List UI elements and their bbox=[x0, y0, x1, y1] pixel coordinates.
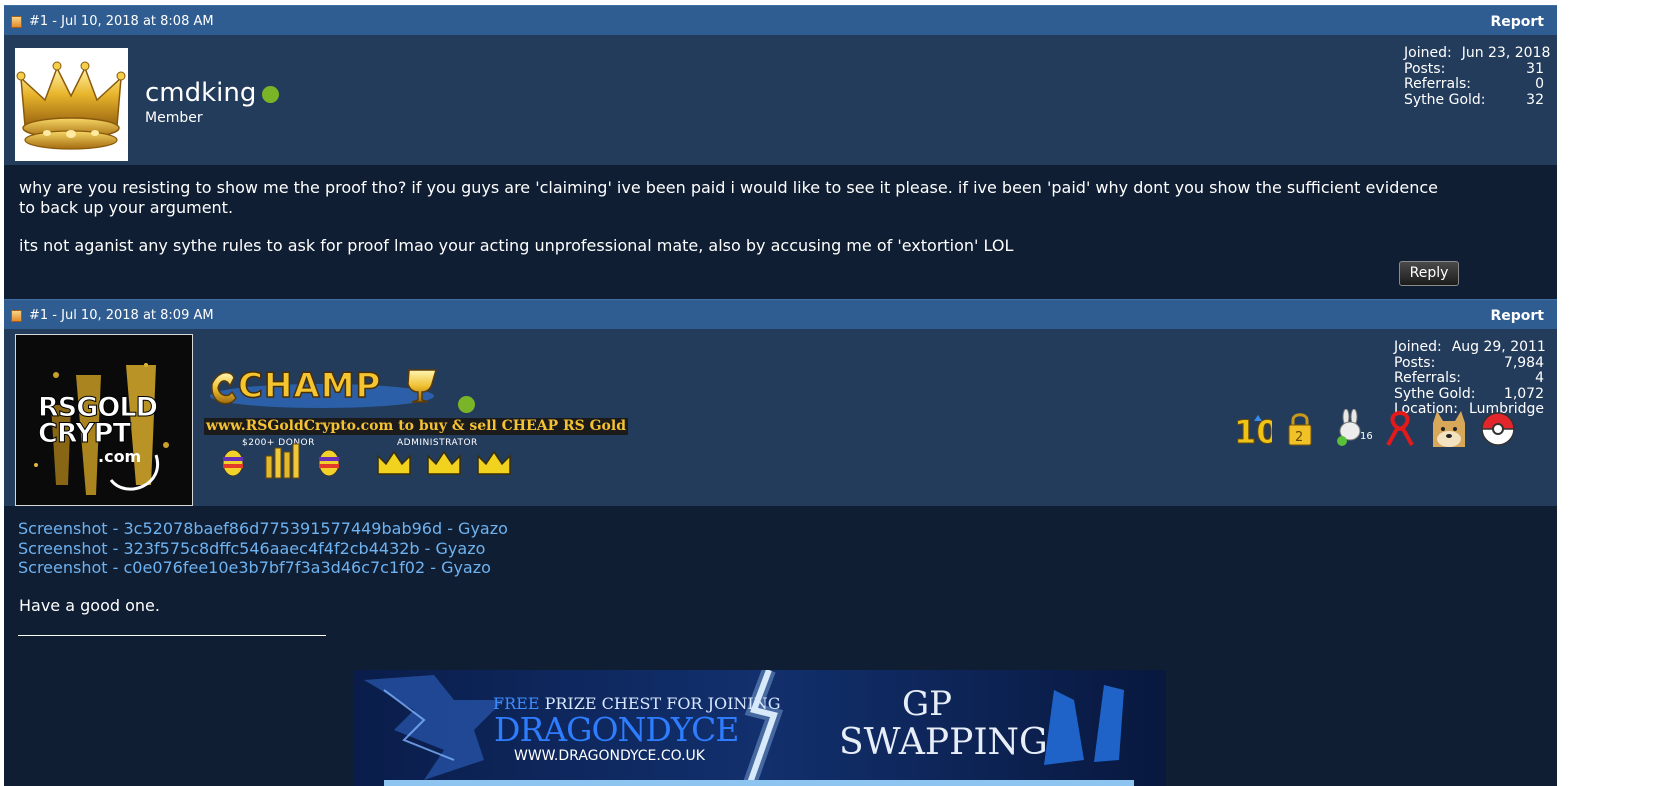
logo-text: RSGOLD CRYPT bbox=[37, 392, 158, 449]
report-link[interactable]: Report bbox=[1490, 308, 1544, 324]
admin-badge-label: ADMINISTRATOR bbox=[397, 438, 478, 448]
banner-swapping-text: SWAPPING bbox=[839, 722, 1048, 763]
reply-button[interactable]: Reply bbox=[1399, 261, 1459, 286]
ten-year-icon[interactable]: 10 bbox=[1232, 411, 1273, 448]
post-header: #1 - Jul 10, 2018 at 8:09 AM Report bbox=[4, 299, 1557, 329]
banner-gp-text: GP bbox=[902, 684, 953, 724]
avatar[interactable] bbox=[15, 48, 128, 161]
admin-crown-icon bbox=[377, 450, 411, 475]
svg-text:10: 10 bbox=[1234, 413, 1272, 447]
stat-joined: Joined: Aug 29, 2011 bbox=[1394, 339, 1546, 355]
banner-brand: DRAGONDYCE bbox=[494, 710, 739, 749]
report-link[interactable]: Report bbox=[1490, 14, 1544, 30]
lock-icon[interactable]: 2 bbox=[1285, 411, 1315, 447]
svg-text:16: 16 bbox=[1360, 431, 1373, 442]
stat-location: Location: Lumbridge bbox=[1394, 401, 1544, 417]
user-info-bar: RSGOLD CRYPT .com CHAMP www.RSGoldCrypto… bbox=[4, 329, 1557, 506]
stat-posts: Posts: 7,984 bbox=[1394, 354, 1544, 371]
svg-text:2: 2 bbox=[1295, 430, 1303, 445]
user-stats: Joined: Jun 23, 2018 Posts: 31 Referrals: 0… bbox=[1404, 45, 1551, 108]
online-status-indicator bbox=[458, 396, 475, 413]
stat-sythe-gold: Sythe Gold: 32 bbox=[1404, 91, 1544, 108]
thread-container: #1 - Jul 10, 2018 at 8:08 AM Report cmdk… bbox=[4, 5, 1557, 786]
banner-url: WWW.DRAGONDYCE.CO.UK bbox=[514, 748, 705, 764]
post-document-icon bbox=[11, 16, 22, 28]
logo-dotcom: .com bbox=[98, 447, 142, 466]
post-meta: #1 - Jul 10, 2018 at 8:09 AM bbox=[29, 308, 214, 323]
post-document-icon bbox=[11, 310, 22, 322]
admin-crown-icon bbox=[477, 450, 511, 475]
post-body: why are you resisting to show me the pro… bbox=[4, 165, 1557, 299]
ribbon-icon[interactable] bbox=[1384, 409, 1416, 447]
pokeball-icon[interactable] bbox=[1480, 411, 1516, 447]
admin-crown-icon bbox=[427, 450, 461, 475]
user-title: Member bbox=[145, 110, 203, 126]
closing-text: Have a good one. bbox=[19, 596, 160, 615]
stat-joined: Joined: Jun 23, 2018 bbox=[1404, 45, 1551, 61]
user-info-bar: cmdking Member Joined: Jun 23, 2018 Posts… bbox=[4, 35, 1557, 165]
doge-icon[interactable] bbox=[1429, 409, 1469, 449]
crown-icon bbox=[16, 61, 126, 150]
post-message-paragraph: why are you resisting to show me the pro… bbox=[19, 178, 1438, 217]
post-message-paragraph: its not aganist any sythe rules to ask f… bbox=[19, 236, 1014, 255]
champ-rank-banner: CHAMP bbox=[204, 364, 439, 412]
screenshot-link[interactable]: Screenshot - c0e076fee10e3b7bf7f3a3d46c7… bbox=[18, 558, 508, 578]
stat-referrals: Referrals: 0 bbox=[1404, 76, 1544, 92]
post-header: #1 - Jul 10, 2018 at 8:08 AM Report bbox=[4, 5, 1557, 35]
screenshot-links: Screenshot - 3c52078baef86d775391577449b… bbox=[18, 519, 508, 578]
avatar[interactable]: RSGOLD CRYPT .com bbox=[15, 334, 193, 506]
dragondyce-banner-ad[interactable]: FREE PRIZE CHEST FOR JOINING DRAGONDYCE … bbox=[354, 670, 1166, 786]
easter-egg-icon bbox=[318, 449, 340, 477]
stat-posts: Posts: 31 bbox=[1404, 60, 1544, 77]
online-status-indicator bbox=[262, 86, 279, 103]
champ-text: CHAMP bbox=[237, 365, 382, 407]
screenshot-link[interactable]: Screenshot - 323f575c8dffc546aaec4f4f2cb… bbox=[18, 539, 508, 559]
screenshot-link[interactable]: Screenshot - 3c52078baef86d775391577449b… bbox=[18, 519, 508, 539]
signature-divider bbox=[18, 635, 326, 636]
stat-referrals: Referrals: 4 bbox=[1394, 370, 1544, 386]
promo-text[interactable]: www.RSGoldCrypto.com to buy & sell CHEAP… bbox=[204, 418, 628, 435]
post-meta: #1 - Jul 10, 2018 at 8:08 AM bbox=[29, 14, 214, 29]
stat-sythe-gold: Sythe Gold: 1,072 bbox=[1394, 385, 1544, 402]
gold-coins-icon bbox=[265, 443, 300, 479]
easter-egg-icon bbox=[222, 449, 244, 477]
user-stats: Joined: Aug 29, 2011 Posts: 7,984 Referral… bbox=[1394, 339, 1546, 418]
bunny-icon[interactable]: 16 bbox=[1332, 409, 1374, 449]
username[interactable]: cmdking bbox=[145, 78, 256, 108]
